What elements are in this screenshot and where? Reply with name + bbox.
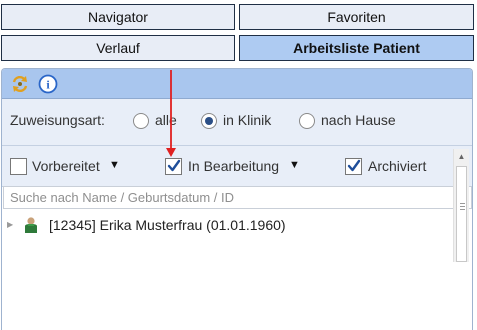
- radio-in-klinik[interactable]: [201, 113, 217, 129]
- zuweisung-label: Zuweisungsart:: [10, 112, 105, 128]
- checkbox-in-bearbeitung[interactable]: [165, 158, 182, 175]
- expand-arrow-icon[interactable]: ▶: [7, 220, 13, 229]
- patient-label[interactable]: [12345] Erika Musterfrau (01.01.1960): [49, 217, 286, 233]
- radio-nach-hause[interactable]: [299, 113, 315, 129]
- check-icon: [347, 159, 361, 172]
- info-icon[interactable]: i: [38, 74, 58, 94]
- tab-favoriten[interactable]: Favoriten: [239, 4, 474, 30]
- checkbox-vorbereitet-label[interactable]: Vorbereitet: [32, 158, 100, 174]
- radio-nach-hause-label[interactable]: nach Hause: [321, 112, 396, 128]
- scroll-up-icon[interactable]: ▲: [454, 149, 469, 164]
- panel-toolbar: i: [2, 69, 472, 99]
- worklist-panel: i Zuweisungsart: alle in Klinik nach Hau…: [1, 68, 473, 330]
- checkbox-in-bearbeitung-label[interactable]: In Bearbeitung: [188, 158, 279, 174]
- scrollbar-thumb[interactable]: [456, 166, 467, 262]
- radio-alle[interactable]: [133, 113, 149, 129]
- in-bearbeitung-dropdown-icon[interactable]: ▼: [289, 159, 300, 171]
- tab-navigator[interactable]: Navigator: [1, 4, 235, 30]
- vorbereitet-dropdown-icon[interactable]: ▼: [109, 159, 120, 171]
- list-scrollbar[interactable]: ▲: [453, 149, 469, 262]
- radio-alle-label[interactable]: alle: [155, 112, 177, 128]
- zuweisung-row: Zuweisungsart: alle in Klinik nach Hause: [2, 99, 472, 146]
- checkbox-archiviert[interactable]: [345, 158, 362, 175]
- patient-list: ▶ [12345] Erika Musterfrau (01.01.1960): [2, 210, 472, 330]
- radio-in-klinik-label[interactable]: in Klinik: [223, 112, 271, 128]
- tab-verlauf[interactable]: Verlauf: [1, 35, 235, 61]
- refresh-icon[interactable]: [10, 74, 30, 94]
- status-filter-row: Vorbereitet ▼ In Bearbeitung ▼ Archivier…: [2, 146, 472, 187]
- checkbox-archiviert-label[interactable]: Archiviert: [368, 158, 426, 174]
- checkbox-vorbereitet[interactable]: [10, 158, 27, 175]
- check-icon: [167, 159, 181, 172]
- person-icon: [25, 217, 37, 233]
- tab-arbeitsliste-patient[interactable]: Arbeitsliste Patient: [239, 35, 474, 61]
- patient-search-input[interactable]: [3, 186, 472, 209]
